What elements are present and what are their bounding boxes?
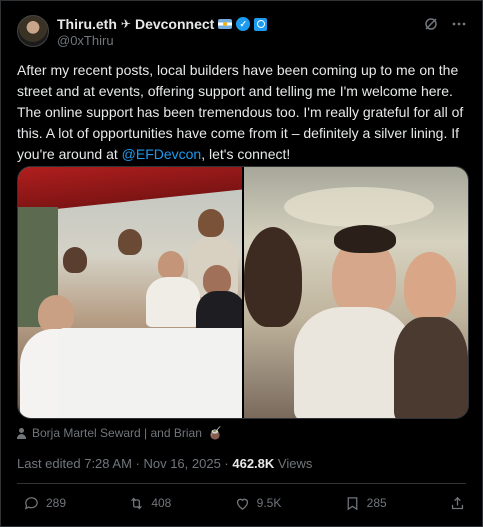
photo-selfie[interactable]	[244, 167, 468, 418]
ceiling-light	[284, 187, 434, 227]
action-bar: 289 408 9.5K 285	[23, 493, 466, 513]
views-label: Views	[274, 456, 313, 471]
edited-timestamp[interactable]: Last edited 7:28 AM · Nov 16, 2025 ·	[17, 456, 232, 471]
dinner-table	[58, 328, 242, 418]
bookmark-button[interactable]: 285	[344, 495, 387, 512]
bookmark-icon	[347, 496, 358, 510]
tagged-names[interactable]: Borja Martel Seward | and Brian	[32, 426, 202, 440]
reply-icon	[24, 496, 38, 510]
author-name-suffix[interactable]: Devconnect	[135, 16, 214, 32]
mate-icon: 🧉	[207, 426, 223, 440]
like-icon	[236, 498, 248, 510]
media-grid	[17, 166, 469, 419]
post-header: Thiru.eth ✈ Devconnect ✓ @0xThiru	[17, 15, 470, 49]
person-shirt	[394, 317, 468, 418]
person-tag-icon	[17, 427, 26, 439]
person-head	[118, 229, 142, 255]
post-meta: Last edited 7:28 AM · Nov 16, 2025 · 462…	[17, 456, 312, 471]
post-card: Thiru.eth ✈ Devconnect ✓ @0xThiru After …	[0, 0, 483, 527]
like-count: 9.5K	[256, 496, 282, 510]
person-shirt	[146, 277, 200, 327]
tagged-people[interactable]: Borja Martel Seward | and Brian 🧉	[17, 426, 223, 440]
argentina-flag-icon	[218, 19, 233, 29]
mention-link[interactable]: @EFDevcon	[122, 146, 202, 162]
affiliate-badge-icon[interactable]	[254, 17, 268, 31]
repost-count: 408	[151, 496, 172, 510]
header-actions	[424, 17, 466, 34]
post-text-part2: , let's connect!	[201, 146, 291, 162]
airplane-icon: ✈	[120, 17, 131, 31]
author-name-row[interactable]: Thiru.eth ✈ Devconnect ✓	[57, 16, 268, 32]
person-hair	[334, 225, 396, 253]
person-head	[198, 209, 224, 237]
bookmark-count: 285	[366, 496, 387, 510]
person-face	[244, 227, 302, 327]
post-text: After my recent posts, local builders ha…	[17, 60, 469, 165]
photo-group-dinner[interactable]	[18, 167, 242, 418]
share-icon	[451, 496, 464, 509]
avatar[interactable]	[17, 15, 49, 47]
more-icon[interactable]	[452, 17, 466, 34]
author-handle[interactable]: @0xThiru	[57, 33, 114, 48]
repost-icon	[131, 497, 143, 509]
person-head	[158, 251, 184, 279]
grok-icon[interactable]	[424, 17, 438, 34]
person-face	[404, 252, 456, 320]
reply-button[interactable]: 289	[23, 495, 66, 512]
divider	[17, 483, 466, 484]
verified-badge-icon[interactable]: ✓	[236, 17, 251, 31]
reply-count: 289	[46, 496, 67, 510]
author-display-name[interactable]: Thiru.eth	[57, 16, 117, 32]
share-button[interactable]	[449, 495, 466, 512]
repost-button[interactable]: 408	[128, 495, 171, 512]
like-button[interactable]: 9.5K	[234, 495, 282, 512]
views-count: 462.8K	[232, 456, 275, 471]
person-head	[63, 247, 87, 273]
